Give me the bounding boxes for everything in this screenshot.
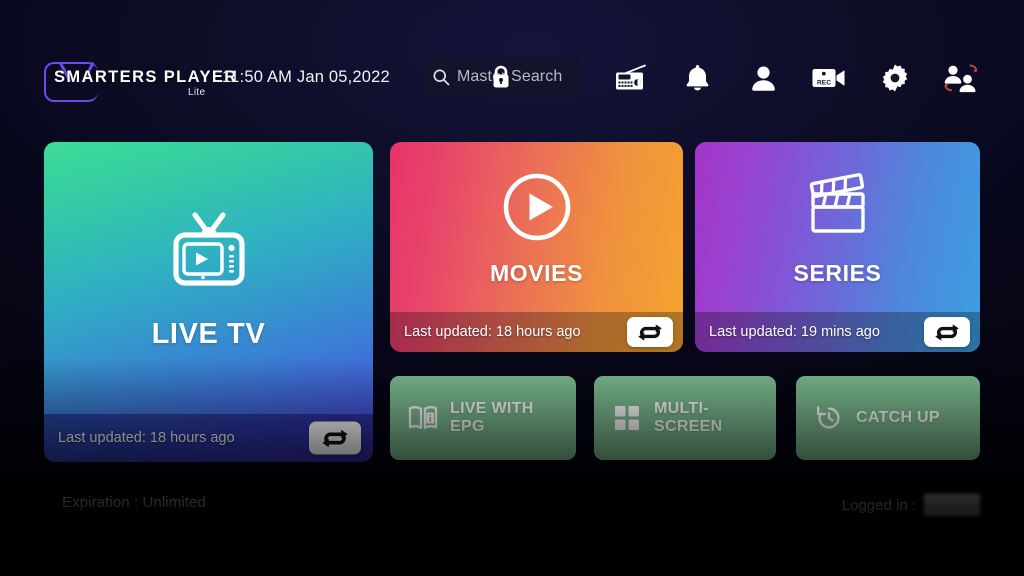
play-circle-icon: [501, 171, 573, 248]
tile-live-tv-footer: Last updated: 18 hours ago: [44, 414, 373, 462]
refresh-loop-icon[interactable]: [924, 317, 970, 347]
master-search-bar[interactable]: Master Search: [423, 58, 581, 96]
lock-icon: [489, 64, 513, 90]
tile-series-footer: Last updated: 19 mins ago: [695, 312, 980, 352]
epg-book-icon: [408, 403, 438, 433]
svg-text:REC: REC: [817, 79, 831, 86]
header-icon-row: REC: [598, 58, 994, 98]
tile-live-tv-title: LIVE TV: [151, 318, 266, 350]
app-root: SMARTERS PLAYER Lite 11:50 AM Jan 05,202…: [0, 0, 1024, 576]
footer-logged-in: Logged in :: [842, 494, 980, 516]
logo-text: SMARTERS PLAYER: [54, 68, 238, 86]
tile-series[interactable]: SERIES Last updated: 19 mins ago: [695, 142, 980, 352]
tile-live-tv-last-updated: Last updated: 18 hours ago: [58, 430, 235, 446]
footer-logged-in-label: Logged in :: [841, 496, 916, 514]
tile-movies[interactable]: MOVIES Last updated: 18 hours ago: [390, 142, 683, 352]
radio-icon[interactable]: [598, 58, 664, 98]
tile-movies-last-updated: Last updated: 18 hours ago: [404, 324, 581, 340]
search-icon: [431, 67, 451, 87]
tile-movies-footer: Last updated: 18 hours ago: [390, 312, 683, 352]
person-icon[interactable]: [730, 58, 796, 98]
header-datetime: 11:50 AM Jan 05,2022: [222, 68, 390, 86]
button-catch-up[interactable]: CATCH UP: [796, 376, 980, 460]
footer-expiration: Expiration : Unlimited: [62, 494, 206, 511]
button-catch-up-label: CATCH UP: [856, 409, 940, 427]
app-logo: SMARTERS PLAYER Lite: [40, 46, 236, 104]
refresh-loop-icon[interactable]: [309, 421, 361, 455]
button-live-with-epg[interactable]: LIVE WITH EPG: [390, 376, 576, 460]
tile-live-tv[interactable]: LIVE TV Last updated: 18 hours ago: [44, 142, 373, 462]
clapperboard-icon: [800, 171, 876, 248]
history-clock-icon: [814, 403, 844, 433]
epg-label-line1: LIVE WITH: [450, 400, 534, 418]
rec-camera-icon[interactable]: REC: [796, 58, 862, 98]
switch-user-icon[interactable]: [928, 58, 994, 98]
epg-label-line2: EPG: [450, 418, 485, 435]
button-multi-screen-label: MULTI-SCREEN: [654, 400, 723, 435]
grid-squares-icon: [612, 403, 642, 433]
tv-icon: [163, 207, 255, 304]
refresh-loop-icon[interactable]: [627, 317, 673, 347]
app-header: SMARTERS PLAYER Lite 11:50 AM Jan 05,202…: [0, 0, 1024, 130]
button-live-with-epg-label: LIVE WITH EPG: [450, 400, 534, 436]
gear-icon[interactable]: [862, 58, 928, 98]
tile-series-last-updated: Last updated: 19 mins ago: [709, 324, 880, 340]
tile-series-title: SERIES: [793, 260, 882, 286]
button-multi-screen[interactable]: MULTI-SCREEN: [594, 376, 776, 460]
logo-subtext: Lite: [188, 87, 206, 98]
footer-logged-in-value-redacted: [924, 494, 980, 516]
tile-movies-title: MOVIES: [489, 260, 584, 286]
bell-icon[interactable]: [664, 58, 730, 98]
